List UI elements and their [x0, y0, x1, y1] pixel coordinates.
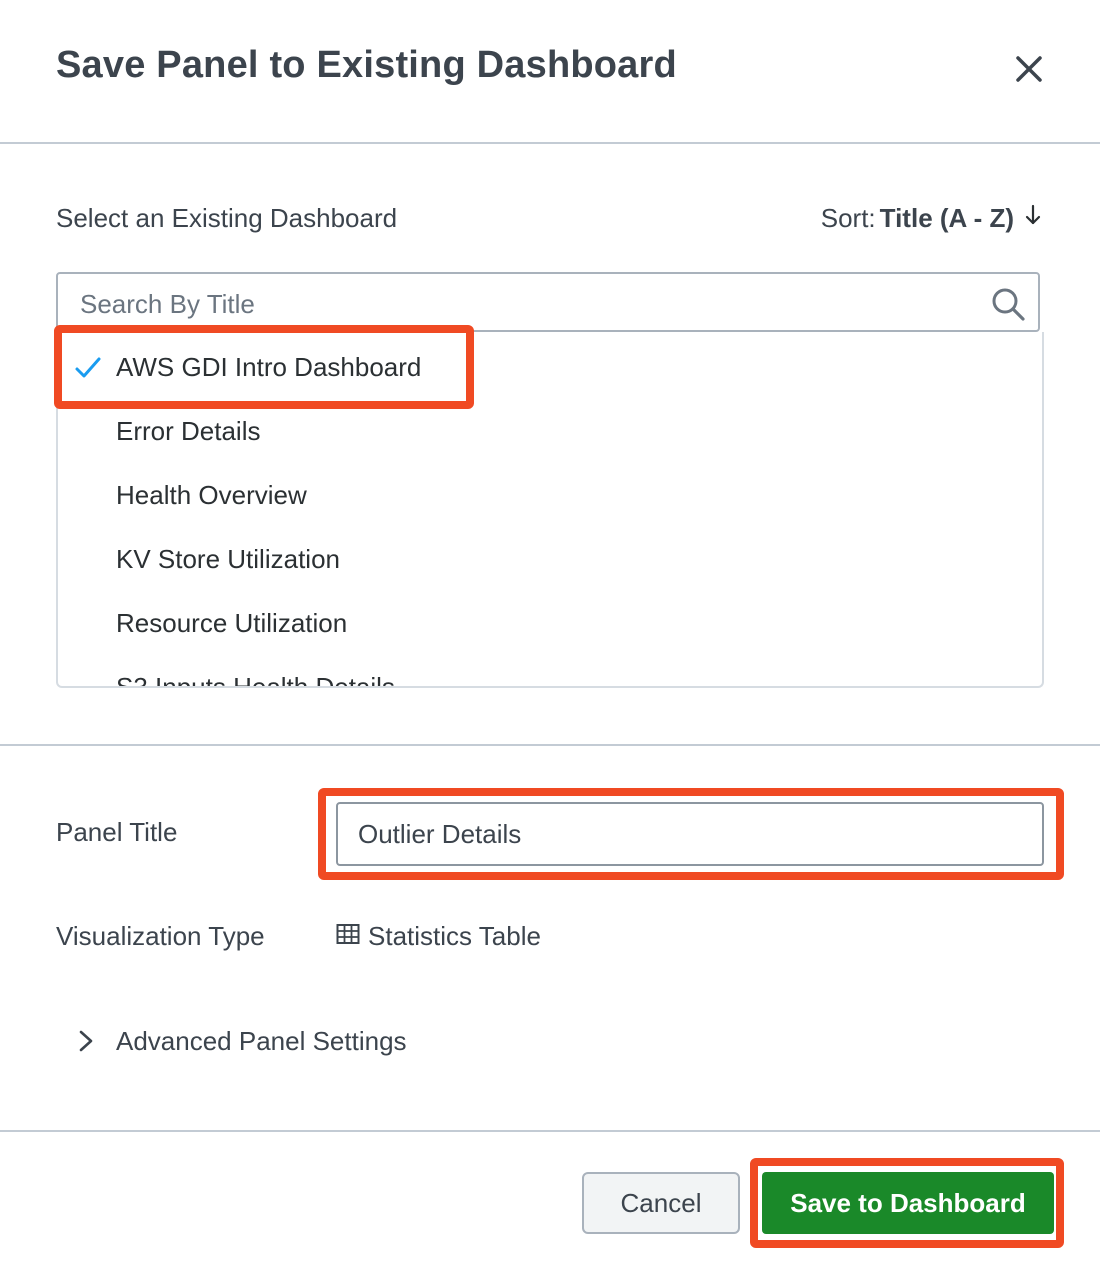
dialog-title: Save Panel to Existing Dashboard: [56, 44, 677, 86]
arrow-down-icon: [1024, 203, 1042, 234]
section-divider: [0, 744, 1100, 746]
list-item-kv-store-utilization[interactable]: KV Store Utilization: [58, 528, 1042, 592]
list-item-aws-gdi-intro-dashboard[interactable]: AWS GDI Intro Dashboard: [58, 336, 1042, 400]
list-item-label: Resource Utilization: [116, 608, 348, 638]
save-to-dashboard-button[interactable]: Save to Dashboard: [762, 1172, 1054, 1234]
close-icon: [1016, 56, 1042, 82]
advanced-panel-settings-label: Advanced Panel Settings: [116, 1025, 407, 1056]
footer-divider: [0, 1130, 1100, 1132]
close-button[interactable]: [1006, 46, 1052, 92]
chevron-right-icon: [79, 1030, 93, 1052]
list-item-label: S3 Inputs Health Details: [116, 672, 395, 688]
search-input[interactable]: [78, 282, 982, 326]
panel-title-input[interactable]: [336, 802, 1044, 866]
visualization-type-text: Statistics Table: [368, 921, 541, 951]
cancel-button[interactable]: Cancel: [582, 1172, 740, 1234]
search-box: [56, 272, 1040, 332]
save-panel-dialog: Save Panel to Existing Dashboard Select …: [0, 0, 1100, 1274]
list-item-label: KV Store Utilization: [116, 544, 340, 574]
checkmark-icon: [75, 357, 101, 378]
dialog-header: Save Panel to Existing Dashboard: [0, 0, 1100, 144]
select-dashboard-label: Select an Existing Dashboard: [56, 203, 398, 233]
panel-title-label: Panel Title: [56, 817, 178, 847]
list-item-health-overview[interactable]: Health Overview: [58, 464, 1042, 528]
table-icon: [336, 921, 360, 952]
search-icon[interactable]: [990, 286, 1026, 322]
sort-value: Title (A - Z): [879, 203, 1014, 233]
sort-control[interactable]: Sort: Title (A - Z): [821, 203, 1042, 234]
list-item-error-details[interactable]: Error Details: [58, 400, 1042, 464]
visualization-type-value: Statistics Table: [336, 921, 541, 952]
list-item-label: Health Overview: [116, 480, 307, 510]
dashboard-list: AWS GDI Intro Dashboard Error Details He…: [56, 332, 1044, 688]
sort-key-label: Sort:: [820, 203, 876, 233]
list-item-resource-utilization[interactable]: Resource Utilization: [58, 592, 1042, 656]
list-item-s3-inputs-health-details[interactable]: S3 Inputs Health Details: [58, 656, 1042, 688]
visualization-type-label: Visualization Type: [56, 921, 265, 951]
advanced-panel-settings-toggle[interactable]: Advanced Panel Settings: [72, 1024, 407, 1058]
list-item-label: AWS GDI Intro Dashboard: [116, 352, 422, 382]
list-item-label: Error Details: [116, 416, 261, 446]
